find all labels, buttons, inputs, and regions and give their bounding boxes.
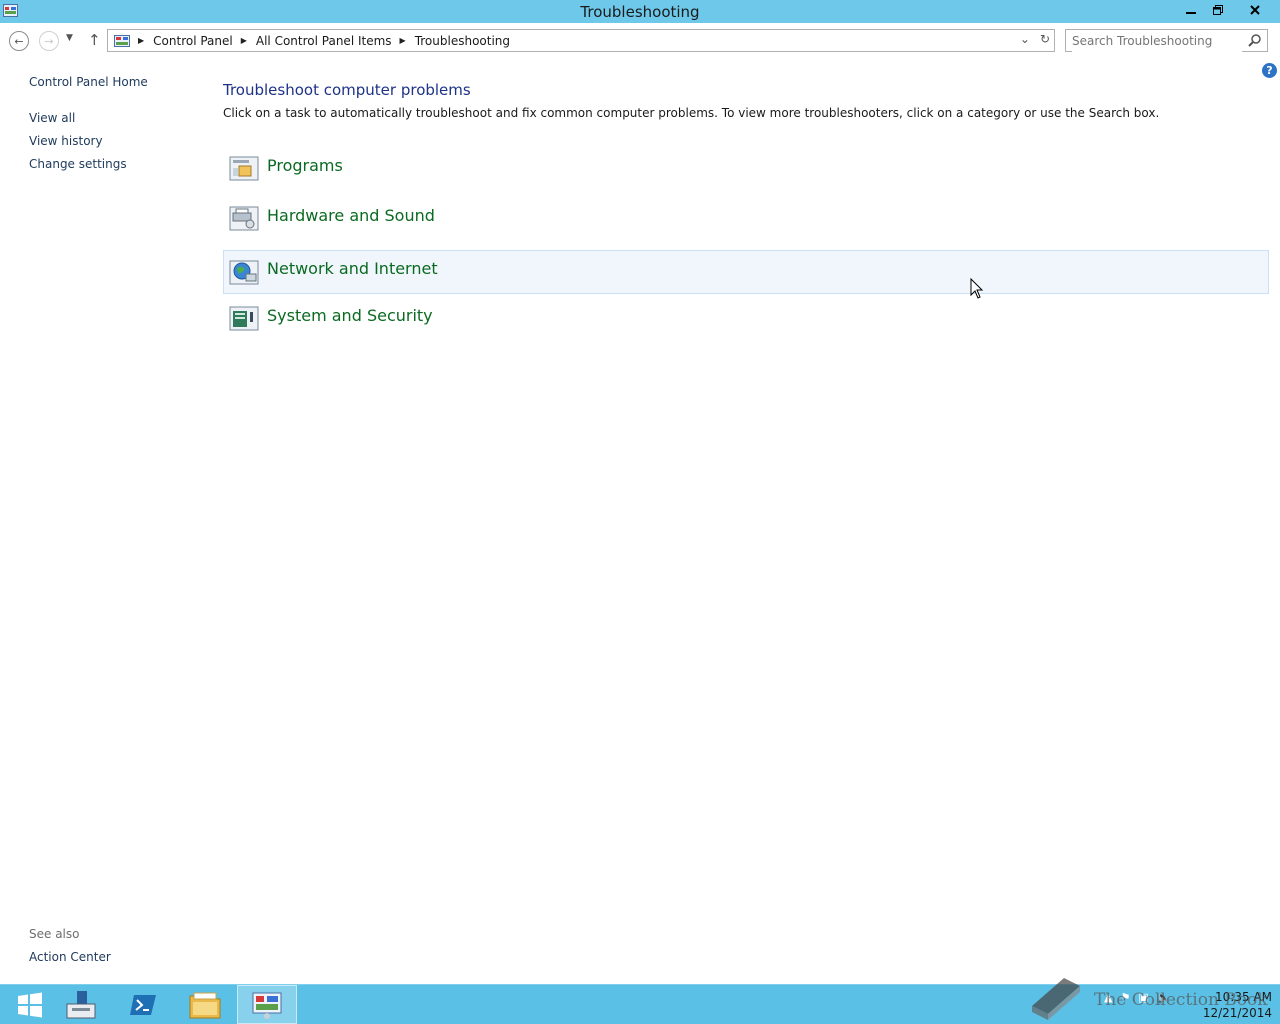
navigation-bar: ← → ▼ ↑ ▶ Control Panel ▶ All Control Pa…	[0, 23, 1280, 59]
see-also-heading: See also	[29, 927, 80, 941]
up-arrow-icon: ↑	[88, 31, 101, 49]
restore-button[interactable]	[1205, 0, 1231, 20]
network-internet-icon	[229, 260, 259, 285]
category-label[interactable]: Network and Internet	[267, 259, 438, 278]
breadcrumb-troubleshooting[interactable]: Troubleshooting	[415, 34, 510, 48]
change-settings-link[interactable]: Change settings	[29, 157, 127, 171]
left-pane: Control Panel Home View all View history…	[0, 59, 200, 984]
programs-icon	[229, 156, 259, 181]
control-panel-taskbar-button[interactable]	[237, 985, 297, 1024]
minimize-icon	[1186, 12, 1196, 14]
minimize-button[interactable]	[1178, 0, 1204, 20]
control-panel-home-link[interactable]: Control Panel Home	[29, 75, 148, 89]
up-button[interactable]: ↑	[88, 31, 101, 49]
system-security-icon	[229, 306, 259, 331]
title-bar[interactable]: Troubleshooting	[0, 0, 1280, 23]
page-title: Troubleshoot computer problems	[223, 81, 471, 99]
restore-icon	[1213, 5, 1223, 15]
start-icon	[18, 992, 42, 1017]
file-explorer-taskbar-button[interactable]	[175, 985, 235, 1024]
search-box[interactable]	[1065, 29, 1268, 52]
window-title: Troubleshooting	[580, 3, 700, 21]
breadcrumb-control-panel[interactable]: Control Panel	[153, 34, 233, 48]
book-icon	[1032, 978, 1080, 1020]
category-system-and-security[interactable]: System and Security	[223, 295, 1269, 339]
category-label[interactable]: System and Security	[267, 306, 433, 325]
address-bar[interactable]: ▶ Control Panel ▶ All Control Panel Item…	[107, 29, 1055, 52]
server-manager-icon	[66, 990, 96, 1018]
search-input[interactable]	[1072, 30, 1242, 52]
powershell-icon	[130, 994, 156, 1015]
action-center-link[interactable]: Action Center	[29, 950, 111, 964]
file-explorer-icon	[189, 992, 221, 1018]
server-manager-taskbar-button[interactable]	[51, 985, 111, 1024]
breadcrumb-separator-icon[interactable]: ▶	[241, 36, 247, 45]
control-panel-icon	[114, 34, 130, 47]
close-icon	[1250, 5, 1260, 15]
category-label[interactable]: Hardware and Sound	[267, 206, 435, 225]
view-all-link[interactable]: View all	[29, 111, 75, 125]
forward-arrow-icon: →	[44, 34, 54, 48]
watermark-text: The Collection Book	[1094, 990, 1268, 1010]
back-button[interactable]: ←	[9, 31, 29, 51]
back-arrow-icon: ←	[14, 34, 24, 48]
close-button[interactable]	[1232, 0, 1278, 20]
control-panel-icon	[252, 992, 282, 1019]
view-history-link[interactable]: View history	[29, 134, 103, 148]
powershell-taskbar-button[interactable]	[113, 985, 173, 1024]
category-hardware-and-sound[interactable]: Hardware and Sound	[223, 195, 1269, 239]
help-button[interactable]: ?	[1262, 63, 1277, 78]
category-label[interactable]: Programs	[267, 156, 343, 175]
recent-locations-dropdown[interactable]: ▼	[66, 33, 73, 43]
search-icon[interactable]	[1248, 33, 1262, 47]
category-network-and-internet[interactable]: Network and Internet	[223, 250, 1269, 294]
breadcrumb-all-items[interactable]: All Control Panel Items	[256, 34, 392, 48]
hardware-sound-icon	[229, 206, 259, 231]
breadcrumb-separator-icon[interactable]: ▶	[138, 36, 144, 45]
forward-button[interactable]: →	[39, 31, 59, 51]
help-icon: ?	[1266, 64, 1273, 77]
breadcrumb-separator-icon[interactable]: ▶	[400, 36, 406, 45]
mouse-pointer-icon	[970, 278, 984, 299]
address-tools: ⌄ ↻	[1020, 32, 1050, 46]
address-history-chevron-icon[interactable]: ⌄	[1020, 32, 1030, 46]
watermark: The Collection Book	[1028, 976, 1268, 1024]
category-programs[interactable]: Programs	[223, 145, 1269, 189]
refresh-icon[interactable]: ↻	[1040, 32, 1050, 46]
chevron-down-icon: ▼	[66, 33, 73, 43]
page-description: Click on a task to automatically trouble…	[223, 106, 1160, 120]
